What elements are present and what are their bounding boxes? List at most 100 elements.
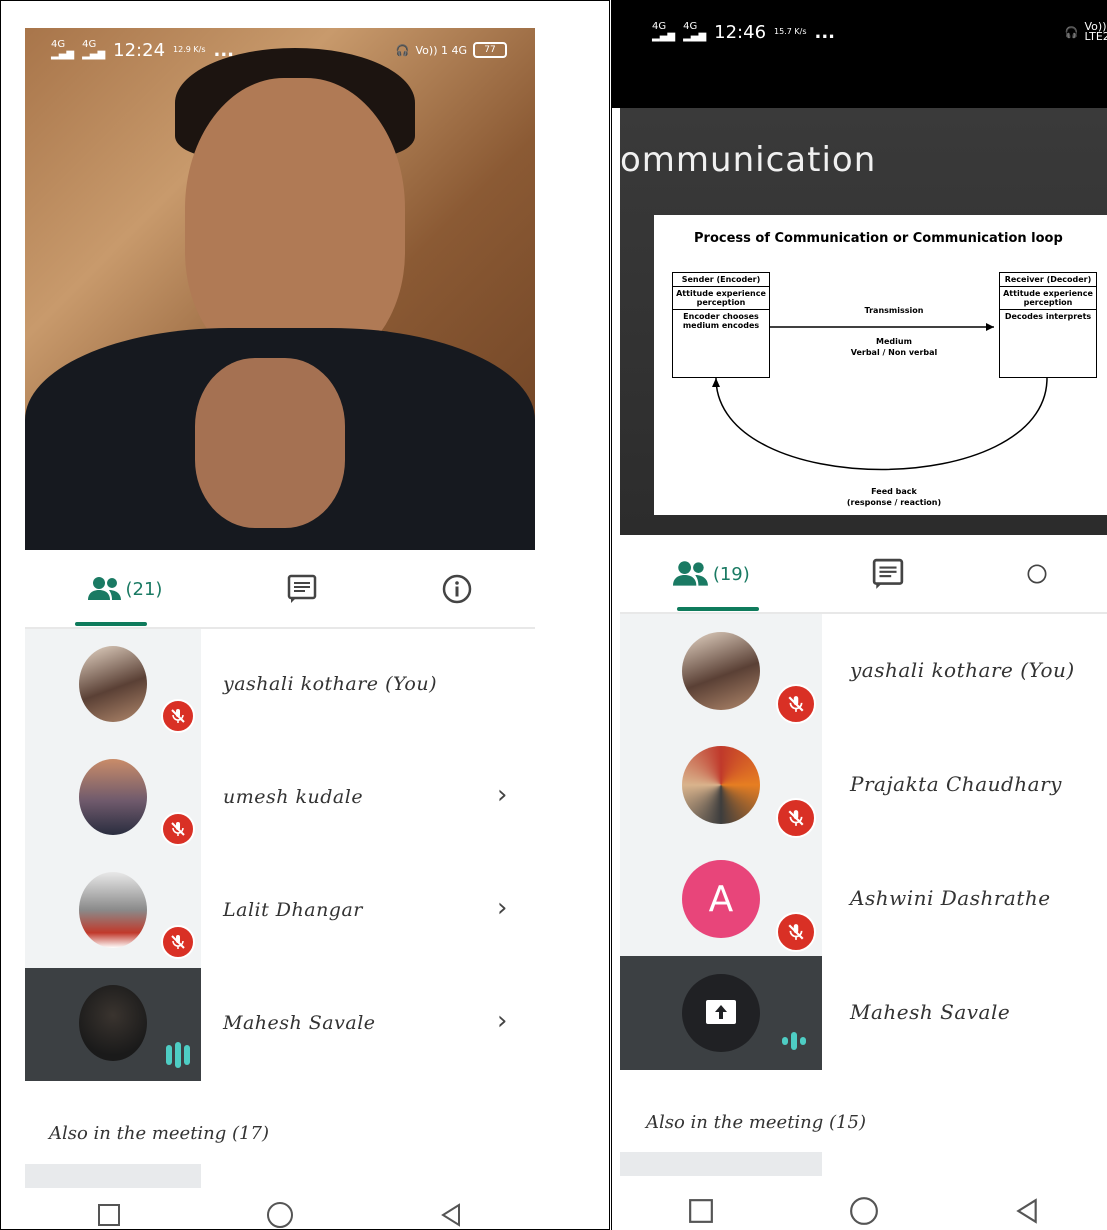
avatar-column <box>25 629 201 742</box>
avatar <box>79 646 147 722</box>
person-head <box>185 78 405 368</box>
tab-chat[interactable] <box>871 558 905 590</box>
tab-bar: (21) <box>25 561 535 617</box>
info-icon <box>443 574 472 604</box>
avatar <box>79 985 147 1061</box>
chevron-right-icon[interactable]: › <box>497 780 507 810</box>
participant-name: Mahesh Savale <box>850 1000 1011 1024</box>
tab-people[interactable]: (19) <box>672 560 750 588</box>
network-label: Vo)) 1 4G <box>415 43 468 57</box>
transmission-label: Transmission <box>864 306 924 315</box>
status-time: 12:46 <box>714 21 767 43</box>
participant-row[interactable]: Mahesh Savale <box>620 956 1107 1070</box>
right-screenshot: 4G▂▄▆ 4G▂▄▆ 12:46 15.7 K/s ... 🎧 Vo)) 1L… <box>611 0 1107 1230</box>
tab-underline <box>75 622 147 626</box>
status-time: 12:24 <box>113 39 166 61</box>
mic-off-icon <box>161 699 195 733</box>
response-label: (response / reaction) <box>846 498 942 507</box>
shared-screen[interactable]: ommunication Process of Communication or… <box>620 108 1107 535</box>
tab-bar: (19) <box>612 548 1107 600</box>
chat-icon <box>288 574 317 603</box>
battery-icon: 77 <box>473 42 507 58</box>
participant-name: yashali kothare (You) <box>850 658 1075 682</box>
recents-icon[interactable] <box>688 1198 714 1224</box>
signal-icon: 4G ▂▄▆ <box>683 21 707 42</box>
signal-icon: 4G ▂▄▆ <box>652 21 676 42</box>
presenting-avatar <box>682 974 760 1052</box>
slide-diagram: Process of Communication or Communicatio… <box>654 215 1107 515</box>
mic-off-icon <box>161 925 195 959</box>
also-in-meeting-label: Also in the meeting (15) <box>646 1112 866 1133</box>
network-label: Vo)) 1LTE2 <box>1084 20 1107 43</box>
avatar-initial: A <box>682 860 760 938</box>
avatar-column: A <box>620 842 822 956</box>
avatar <box>79 759 147 835</box>
participant-name: Prajakta Chaudhary <box>850 772 1062 796</box>
status-speed: 12.9 K/s <box>173 45 206 54</box>
participant-row[interactable]: Mahesh Savale › <box>25 968 535 1081</box>
tab-underline <box>677 607 759 611</box>
chevron-right-icon[interactable]: › <box>497 1006 507 1036</box>
participant-name: Lalit Dhangar <box>223 899 363 921</box>
person-hand <box>195 358 345 528</box>
avatar <box>79 872 147 948</box>
participant-row[interactable]: yashali kothare (You) <box>25 629 535 742</box>
status-bar: 4G▂▄▆ 4G▂▄▆ 12:46 15.7 K/s ... 🎧 Vo)) 1L… <box>612 10 1107 54</box>
speaking-icon <box>166 1042 190 1068</box>
participant-row[interactable]: yashali kothare (You) <box>620 614 1107 728</box>
left-screenshot: 4G ▂▄▆ 4G ▂▄▆ 12:24 12.9 K/s ... 🎧 Vo)) 1 … <box>0 0 610 1230</box>
slide-title: ommunication <box>620 140 877 180</box>
next-row-preview <box>25 1164 201 1188</box>
participant-name: Ashwini Dashrathe <box>850 886 1051 910</box>
people-count: (19) <box>712 563 750 585</box>
status-dots: ... <box>814 21 836 43</box>
participant-name: yashali kothare (You) <box>223 673 437 695</box>
avatar <box>682 632 760 710</box>
back-icon[interactable] <box>1014 1198 1040 1224</box>
chevron-right-icon[interactable]: › <box>497 893 507 923</box>
avatar-column <box>25 742 201 855</box>
participant-name: Mahesh Savale <box>223 1012 376 1034</box>
nav-bar <box>25 1199 535 1229</box>
flow-arrows <box>712 323 1048 471</box>
home-icon[interactable] <box>266 1201 294 1229</box>
signal-icon: 4G ▂▄▆ <box>51 39 75 60</box>
participant-row[interactable]: Lalit Dhangar › <box>25 855 535 968</box>
mic-off-icon <box>161 812 195 846</box>
status-bar: 4G ▂▄▆ 4G ▂▄▆ 12:24 12.9 K/s ... 🎧 Vo)) 1 … <box>25 28 535 72</box>
medium-label: Medium <box>876 337 912 346</box>
avatar-column <box>620 956 822 1070</box>
back-icon[interactable] <box>439 1203 463 1227</box>
avatar-column <box>25 968 201 1081</box>
also-in-meeting-label: Also in the meeting (17) <box>49 1123 269 1144</box>
avatar <box>682 746 760 824</box>
signal-icon: 4G ▂▄▆ <box>82 39 106 60</box>
participant-name: umesh kudale <box>223 786 364 808</box>
mic-off-icon <box>776 912 816 952</box>
nav-bar <box>620 1192 1107 1230</box>
participant-row[interactable]: umesh kudale › <box>25 742 535 855</box>
participant-row[interactable]: Prajakta Chaudhary <box>620 728 1107 842</box>
participant-row[interactable]: A Ashwini Dashrathe <box>620 842 1107 956</box>
headphone-icon: 🎧 <box>395 43 410 57</box>
home-icon[interactable] <box>849 1196 879 1226</box>
verbal-label: Verbal / Non verbal <box>850 348 938 357</box>
info-icon <box>1027 564 1047 584</box>
presenter-video[interactable]: 4G ▂▄▆ 4G ▂▄▆ 12:24 12.9 K/s ... 🎧 Vo)) 1 … <box>25 28 535 550</box>
tab-people[interactable]: (21) <box>87 576 163 602</box>
people-icon <box>672 561 708 586</box>
tab-info[interactable] <box>442 574 472 604</box>
people-count: (21) <box>125 578 163 600</box>
tab-chat[interactable] <box>287 574 317 604</box>
avatar-column <box>620 728 822 842</box>
tab-info[interactable] <box>1027 557 1047 591</box>
speaking-icon <box>782 1032 806 1050</box>
recents-icon[interactable] <box>97 1203 121 1227</box>
people-icon <box>87 577 121 600</box>
avatar-column <box>25 855 201 968</box>
status-dots: ... <box>213 39 235 61</box>
next-row-preview <box>620 1152 822 1176</box>
present-screen-icon <box>706 1000 736 1024</box>
mic-off-icon <box>776 684 816 724</box>
headphone-icon: 🎧 <box>1064 25 1079 39</box>
